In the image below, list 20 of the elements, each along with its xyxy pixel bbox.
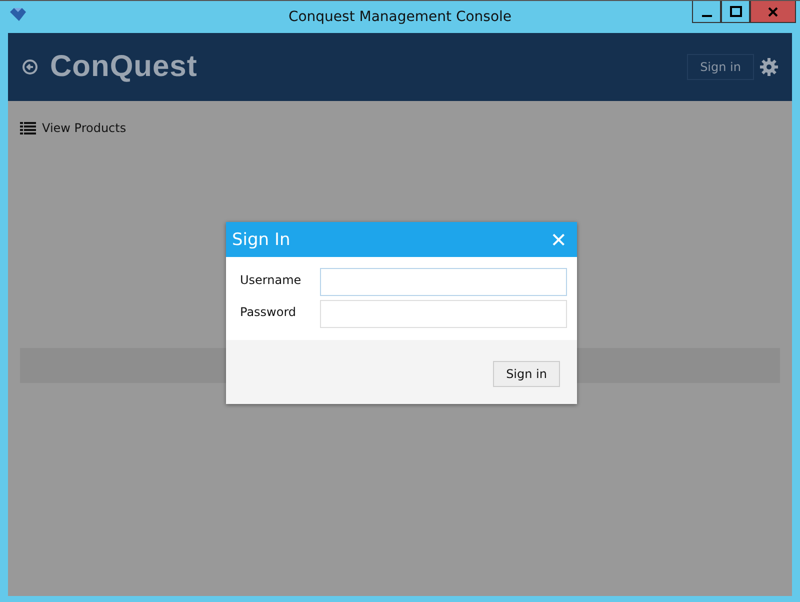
- back-icon[interactable]: [22, 59, 38, 75]
- minimize-icon: [702, 14, 712, 16]
- logo: ConQuest: [50, 50, 198, 84]
- maximize-button[interactable]: [721, 1, 750, 23]
- dialog-title: Sign In: [232, 230, 290, 250]
- minimize-button[interactable]: [692, 1, 721, 23]
- input-field[interactable]: [320, 268, 567, 296]
- field-label: Password: [240, 305, 298, 319]
- settings-icon[interactable]: [760, 58, 778, 76]
- list-icon: [20, 122, 36, 134]
- close-icon: [767, 6, 779, 18]
- maximize-icon: [730, 6, 742, 18]
- input-field[interactable]: [320, 300, 567, 328]
- field-label: Username: [240, 273, 302, 287]
- window-title: Conquest Management Console: [287, 9, 513, 25]
- gem-icon: [10, 8, 26, 20]
- sign-in-button[interactable]: Sign in: [687, 54, 754, 80]
- view-products-link[interactable]: View Products: [42, 121, 126, 135]
- close-button[interactable]: [750, 1, 796, 23]
- sign-in-button[interactable]: Sign in: [493, 361, 560, 387]
